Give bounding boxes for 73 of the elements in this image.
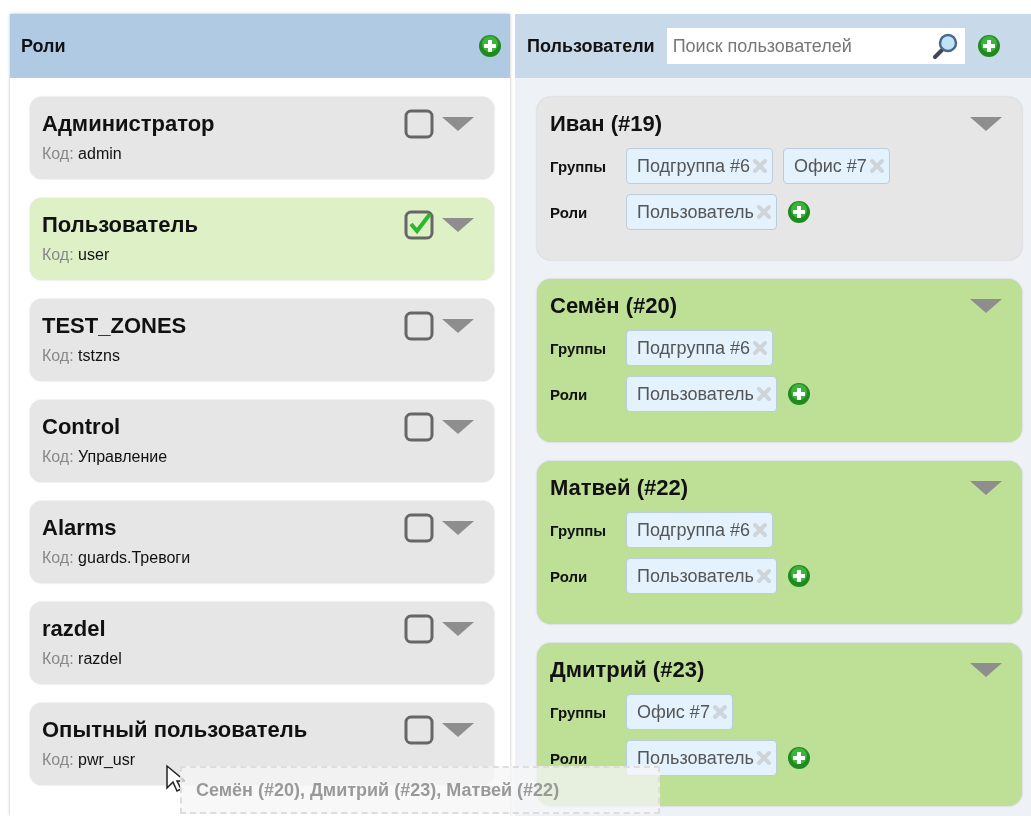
search-icon[interactable]	[930, 32, 959, 60]
role-card[interactable]: Пользователь Код: user	[30, 198, 494, 280]
panel-title: Пользователи	[527, 35, 655, 57]
group-tag[interactable]: Подгруппа #6	[626, 330, 773, 366]
role-code: Код: razdel	[42, 650, 123, 668]
role-code: Код: Управление	[42, 448, 169, 466]
role-code: Код: guards.Тревоги	[42, 549, 192, 567]
user-card[interactable]: Семён (#20) Группы Подгруппа #6 Роли Пользователь	[537, 279, 1022, 442]
role-tag[interactable]: Пользователь	[626, 376, 777, 412]
role-code: Код: admin	[42, 145, 123, 163]
role-tag[interactable]: Пользователь	[626, 740, 777, 776]
caret-icon[interactable]	[442, 218, 474, 232]
role-card[interactable]: Администратор Код: admin	[30, 97, 494, 179]
caret-icon[interactable]	[970, 481, 1002, 495]
field-label: Группы	[550, 521, 608, 539]
role-name: razdel	[42, 616, 106, 642]
checkbox[interactable]	[404, 210, 434, 240]
add-icon[interactable]	[786, 564, 811, 588]
field-label: Группы	[550, 157, 608, 175]
add-icon[interactable]	[786, 200, 811, 224]
user-name: Дмитрий (#23)	[550, 657, 705, 683]
role-code: Код: tstzns	[42, 347, 121, 365]
role-name: TEST_ZONES	[42, 313, 187, 339]
caret-icon[interactable]	[442, 420, 474, 434]
role-code: Код: user	[42, 246, 111, 264]
user-name: Матвей (#22)	[550, 475, 689, 501]
field-label: Роли	[550, 749, 589, 767]
drag-preview: Семён (#20), Дмитрий (#23), Матвей (#22)	[180, 766, 660, 814]
caret-icon[interactable]	[442, 622, 474, 636]
group-tag[interactable]: Офис #7	[626, 694, 733, 730]
caret-icon[interactable]	[442, 723, 474, 737]
caret-icon[interactable]	[970, 117, 1002, 131]
checkbox[interactable]	[404, 715, 434, 745]
search-field[interactable]: Поиск пользователей	[666, 28, 965, 64]
role-name: Опытный пользователь	[42, 717, 308, 743]
add-icon[interactable]	[786, 746, 811, 770]
field-label: Группы	[550, 339, 608, 357]
role-card[interactable]: Alarms Код: guards.Тревоги	[30, 501, 494, 583]
user-name: Иван (#19)	[550, 111, 663, 137]
role-name: Пользователь	[42, 212, 198, 238]
role-code: Код: pwr_usr	[42, 751, 136, 769]
role-name: Alarms	[42, 515, 117, 541]
role-tag[interactable]: Пользователь	[626, 558, 777, 594]
caret-icon[interactable]	[970, 299, 1002, 313]
caret-icon[interactable]	[970, 663, 1002, 677]
field-label: Группы	[550, 703, 608, 721]
role-name: Администратор	[42, 111, 215, 137]
role-card[interactable]: razdel Код: razdel	[30, 602, 494, 684]
checkbox[interactable]	[404, 614, 434, 644]
add-icon[interactable]	[478, 34, 502, 58]
checkbox[interactable]	[404, 109, 434, 139]
role-card[interactable]: TEST_ZONES Код: tstzns	[30, 299, 494, 381]
checkbox[interactable]	[404, 311, 434, 341]
caret-icon[interactable]	[442, 319, 474, 333]
caret-icon[interactable]	[442, 521, 474, 535]
role-card[interactable]: Control Код: Управление	[30, 400, 494, 482]
field-label: Роли	[550, 385, 589, 403]
user-name: Семён (#20)	[550, 293, 678, 319]
add-icon[interactable]	[976, 34, 1001, 58]
add-icon[interactable]	[786, 382, 811, 406]
field-label: Роли	[550, 567, 589, 585]
panel-title: Роли	[21, 35, 66, 57]
checkbox[interactable]	[404, 513, 434, 543]
field-label: Роли	[550, 203, 589, 221]
role-tag[interactable]: Пользователь	[626, 194, 777, 230]
checkbox[interactable]	[404, 412, 434, 442]
group-tag[interactable]: Подгруппа #6	[626, 148, 773, 184]
user-card[interactable]: Иван (#19) Группы Подгруппа #6 Офис #7 Роли Пользователь	[537, 97, 1022, 260]
group-tag[interactable]: Подгруппа #6	[626, 512, 773, 548]
role-name: Control	[42, 414, 121, 440]
user-card[interactable]: Матвей (#22) Группы Подгруппа #6 Роли Пользователь	[537, 461, 1022, 624]
group-tag[interactable]: Офис #7	[782, 148, 890, 184]
caret-icon[interactable]	[442, 117, 474, 131]
